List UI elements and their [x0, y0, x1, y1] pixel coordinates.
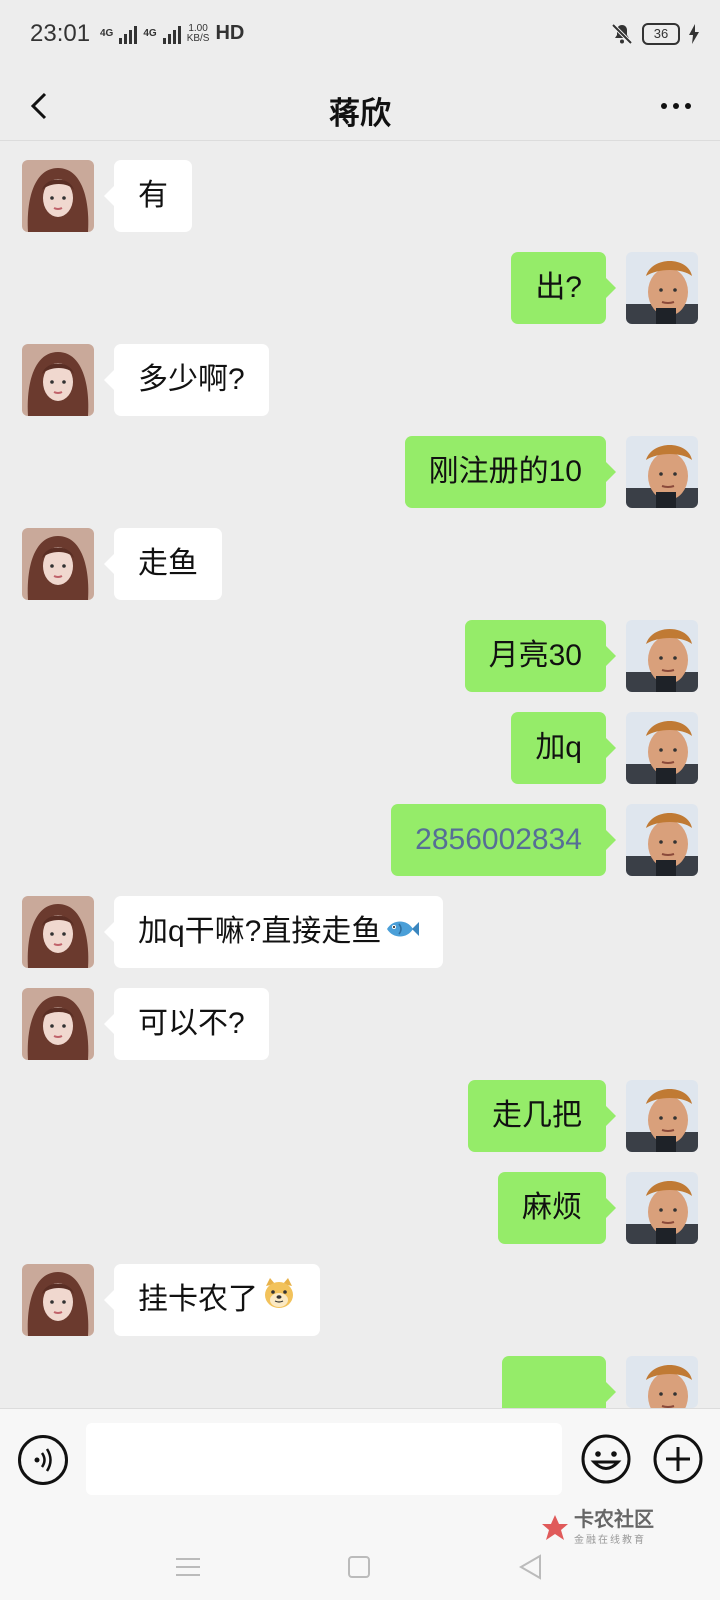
- message-bubble-outgoing[interactable]: 麻烦: [498, 1172, 616, 1244]
- my-avatar[interactable]: [626, 1356, 698, 1408]
- phone-number-link[interactable]: 2856002834: [415, 823, 582, 856]
- data-speed: 1.00 KB/S: [186, 23, 210, 44]
- my-avatar[interactable]: [626, 1172, 698, 1244]
- message-bubble-incoming[interactable]: 多少啊?: [104, 344, 269, 416]
- network-indicators: 4G 4G 1.00 KB/S HD: [100, 22, 244, 45]
- charging-icon: [689, 24, 699, 44]
- menu-icon[interactable]: [176, 1556, 200, 1578]
- voice-icon: [34, 1448, 52, 1472]
- chat-title: 蒋欣: [329, 96, 391, 131]
- signal-icon: [119, 24, 138, 44]
- signal-icon-2: [162, 24, 181, 44]
- status-time: 23:01: [30, 20, 91, 47]
- more-icon: [661, 103, 691, 109]
- message-bubble-incoming[interactable]: 有: [104, 160, 192, 232]
- my-avatar[interactable]: [626, 712, 698, 784]
- contact-avatar[interactable]: [22, 344, 94, 416]
- chat-header: 蒋欣: [0, 72, 720, 141]
- my-avatar[interactable]: [626, 1080, 698, 1152]
- watermark: 卡农社区 金融在线教育: [540, 1509, 654, 1546]
- hd-indicator: HD: [215, 22, 245, 44]
- message-bubble-incoming[interactable]: 可以不?: [104, 988, 269, 1060]
- battery-icon: 36: [642, 23, 680, 45]
- status-bar: 23:01 4G 4G 1.00 KB/S HD 36: [0, 0, 720, 72]
- contact-avatar[interactable]: [22, 896, 94, 968]
- home-button[interactable]: [348, 1556, 370, 1578]
- message-bubble-outgoing[interactable]: 月亮30: [464, 620, 617, 692]
- message-bubble-outgoing[interactable]: 刚注册的10: [404, 436, 617, 508]
- message-bubble-incoming[interactable]: 挂卡农了: [104, 1264, 320, 1337]
- contact-avatar[interactable]: [22, 160, 94, 232]
- status-right: 36: [610, 22, 700, 46]
- message-bubble-incoming[interactable]: 加q干嘛?直接走鱼: [103, 896, 444, 969]
- voice-button[interactable]: [18, 1435, 68, 1485]
- my-avatar[interactable]: [626, 620, 698, 692]
- contact-avatar[interactable]: [22, 528, 94, 600]
- plus-button[interactable]: [652, 1433, 704, 1485]
- message-text: 挂卡农了: [138, 1283, 258, 1316]
- fish-emoji-icon: [385, 897, 420, 969]
- message-text: 加q干嘛?直接走鱼: [138, 915, 382, 948]
- my-avatar[interactable]: [626, 436, 698, 508]
- nav-back-icon[interactable]: [518, 1554, 544, 1580]
- network-type-1: 4G: [100, 28, 114, 39]
- plus-icon: [653, 1434, 703, 1484]
- doge-emoji-icon: [262, 1265, 296, 1337]
- message-bubble-outgoing[interactable]: 加q: [511, 712, 616, 784]
- message-bubble-outgoing[interactable]: 走几把: [468, 1080, 616, 1152]
- message-bubble-outgoing[interactable]: 出?: [511, 252, 616, 324]
- message-input[interactable]: [86, 1423, 562, 1495]
- message-bubble-outgoing[interactable]: 2856002834: [391, 804, 616, 876]
- message-bubble-incoming[interactable]: 走鱼: [104, 528, 222, 600]
- watermark-logo-icon: [542, 1514, 568, 1540]
- watermark-subtitle: 金融在线教育: [574, 1535, 646, 1546]
- speed-unit: KB/S: [186, 32, 210, 44]
- message-bubble-outgoing-partial[interactable]: [502, 1356, 616, 1408]
- my-avatar[interactable]: [626, 252, 698, 324]
- contact-avatar[interactable]: [22, 1264, 94, 1336]
- contact-avatar[interactable]: [22, 988, 94, 1060]
- watermark-title: 卡农社区: [574, 1509, 654, 1531]
- mute-icon: [611, 23, 633, 45]
- emoji-icon: [581, 1434, 631, 1484]
- emoji-button[interactable]: [580, 1433, 632, 1485]
- my-avatar[interactable]: [626, 804, 698, 876]
- network-type-2: 4G: [143, 28, 157, 39]
- more-button[interactable]: [654, 84, 698, 128]
